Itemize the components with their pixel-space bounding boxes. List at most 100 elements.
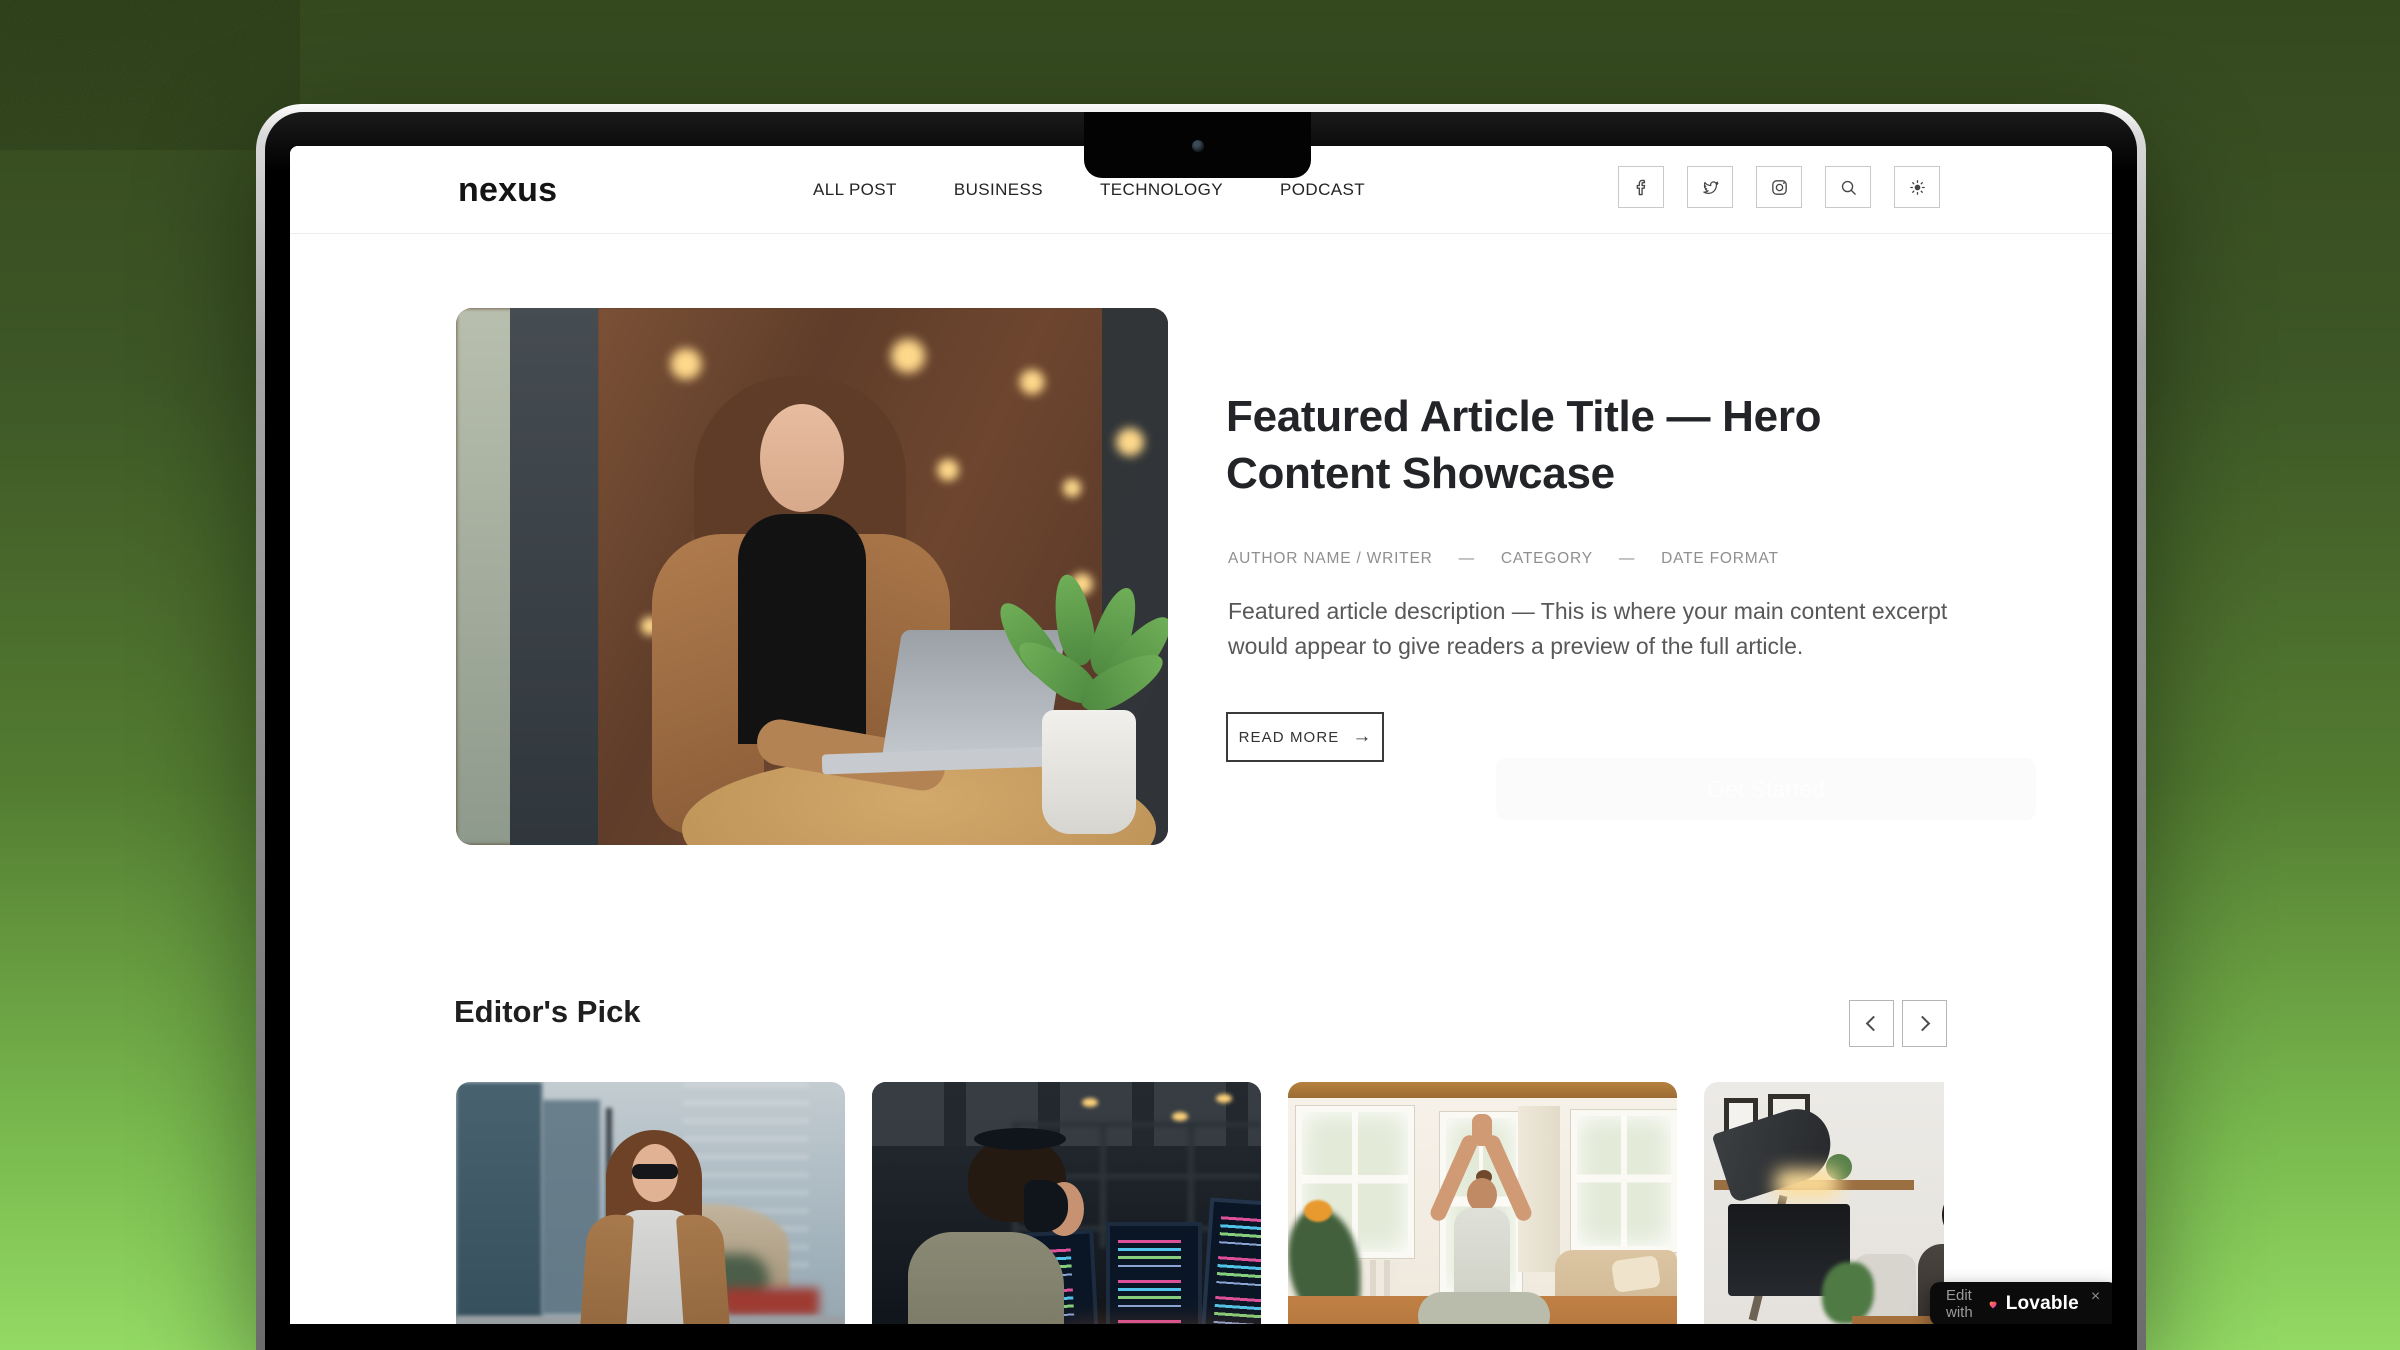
building [456,1082,542,1318]
laptop-bezel: nexus ALL POST BUSINESS TECHNOLOGY PODCA… [265,112,2137,1350]
office-ceiling [872,1082,1261,1146]
editors-pick-heading: Editor's Pick [454,994,641,1030]
meta-separator: — [1619,550,1635,568]
badge-prefix: Edit with [1946,1287,1980,1321]
woman-hair [1942,1188,1944,1242]
plant-leaf [1048,572,1099,669]
theme-toggle-button[interactable] [1894,166,1940,208]
search-button[interactable] [1825,166,1871,208]
badge-brand: Lovable [2006,1293,2079,1315]
code-monitor [1198,1197,1261,1324]
hair-bun [1476,1170,1492,1184]
woman-arm [753,716,948,794]
bokeh-light [696,530,718,552]
facebook-button[interactable] [1618,166,1664,208]
bokeh-light [1060,476,1084,500]
wall-frame [1724,1098,1758,1144]
woman-head [1467,1178,1497,1212]
shelf [1714,1180,1914,1190]
twitter-button[interactable] [1687,166,1733,208]
road [456,1316,845,1324]
woman-torso [1454,1208,1510,1306]
editors-pick-carousel [456,1082,1944,1324]
wood-floor [1288,1296,1677,1324]
trees [639,1254,769,1306]
instagram-icon [1770,178,1789,197]
laptop-notch [1084,112,1311,178]
chevron-right-icon [1915,1016,1931,1032]
laptop-base [822,746,1079,775]
woman-face [760,404,844,512]
code-monitor [1106,1222,1202,1324]
laptop-mockup: nexus ALL POST BUSINESS TECHNOLOGY PODCA… [256,104,2146,1350]
tan-coat [676,1213,734,1324]
bokeh-light [886,334,930,378]
sun-icon [1908,178,1927,197]
headphones-cup [1024,1180,1068,1232]
card-home-office[interactable] [1704,1082,1944,1324]
featured-article-image[interactable] [456,308,1168,845]
cushion [1611,1255,1661,1293]
badge-close-icon[interactable]: × [2091,1288,2100,1306]
window-frame [510,308,598,845]
site-logo[interactable]: nexus [458,146,557,234]
ghost-get-started-button[interactable]: Get Started [1496,758,2036,820]
meta-separator: — [1459,550,1475,568]
developer-face [1044,1182,1084,1236]
curtain [1518,1106,1560,1272]
nav-item-technology[interactable]: TECHNOLOGY [1100,180,1223,200]
window-frame [1102,308,1168,845]
article-meta: AUTHOR NAME / WRITER — CATEGORY — DATE F… [1228,550,1779,568]
code-monitor [987,1229,1098,1324]
nav-item-business[interactable]: BUSINESS [954,180,1043,200]
twitter-icon [1701,178,1720,197]
sofa [1555,1250,1677,1324]
featured-article-title[interactable]: Featured Article Title — Hero Content Sh… [1226,388,1946,502]
bokeh-light [786,392,808,414]
search-icon [1839,178,1858,197]
ceiling-light [1216,1094,1232,1103]
woman-jacket [652,534,764,834]
card-yoga-home[interactable] [1288,1082,1677,1324]
wall-frame [1768,1094,1810,1148]
bokeh-light [1108,638,1138,668]
webcam [1192,140,1204,152]
gray-sweater [616,1210,694,1324]
nav-item-all-post[interactable]: ALL POST [813,180,897,200]
plant-leaf [1010,631,1106,713]
woman-hair [694,376,906,744]
ceiling-light [1172,1112,1188,1121]
edit-with-lovable-badge[interactable]: Edit with Lovable × [1930,1282,2112,1324]
sunglasses [632,1164,678,1179]
dark-monitor [1728,1204,1850,1296]
shelf-plant [1826,1154,1852,1180]
plant-leaf [1083,583,1146,682]
bokeh-light [934,456,962,484]
carousel-prev-button[interactable] [1849,1000,1894,1047]
developer-hair [968,1136,1066,1222]
card-fashion-street[interactable] [456,1082,845,1324]
bokeh-light [724,436,750,462]
instagram-button[interactable] [1756,166,1802,208]
chair [1854,1254,1916,1324]
bokeh-light [1016,366,1048,398]
building [683,1082,809,1276]
bokeh-light [1068,570,1096,598]
author-name: AUTHOR NAME / WRITER [1228,550,1433,568]
plant-pot [1302,1304,1354,1324]
woman-turtleneck [738,514,866,744]
carousel-next-button[interactable] [1902,1000,1947,1047]
building [542,1100,600,1314]
nav-item-podcast[interactable]: PODCAST [1280,180,1365,200]
street-pole [606,1108,612,1298]
radiator [1300,1260,1398,1318]
ceiling-light [1082,1098,1098,1107]
card-developer-workstation[interactable] [872,1082,1261,1324]
house-plant [1822,1262,1874,1324]
tan-coat [576,1213,634,1324]
arrow-right-icon: → [1352,726,1371,748]
read-more-button[interactable]: READ MORE → [1226,712,1384,762]
featured-article-description: Featured article description — This is w… [1228,594,1988,664]
french-door [1440,1112,1522,1298]
raised-arm [1428,1133,1480,1224]
